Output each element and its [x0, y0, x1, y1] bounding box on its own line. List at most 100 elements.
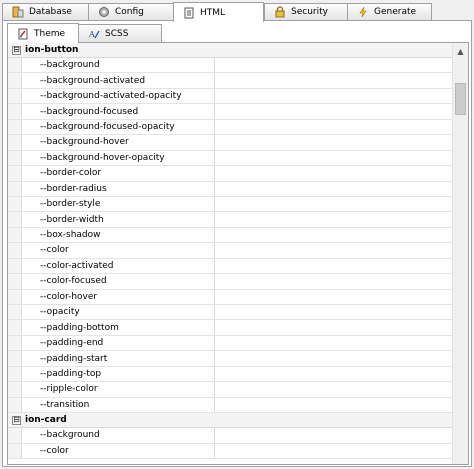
row-gutter	[8, 135, 22, 150]
property-value[interactable]	[215, 444, 453, 458]
property-name: --background-focused	[22, 104, 215, 119]
property-value[interactable]	[215, 182, 453, 196]
tab-theme[interactable]: Theme	[7, 23, 79, 43]
property-row[interactable]: --box-shadow	[8, 227, 453, 244]
tab-theme-label: Theme	[34, 28, 66, 39]
group-header[interactable]: ⊟ ion-button	[8, 43, 453, 58]
property-row[interactable]: --padding-start	[8, 351, 453, 367]
collapse-icon[interactable]: ⊟	[12, 45, 21, 55]
row-gutter	[8, 366, 22, 382]
property-value[interactable]	[215, 212, 453, 226]
tab-security[interactable]: Security	[264, 3, 349, 20]
tab-scss[interactable]: A SCSS	[78, 24, 162, 42]
property-row[interactable]: --ripple-color	[8, 382, 453, 398]
collapse-icon[interactable]: ⊟	[12, 415, 21, 425]
tab-generate[interactable]: Generate	[347, 3, 432, 20]
property-row[interactable]: --border-style	[8, 196, 453, 213]
property-value[interactable]	[215, 305, 453, 319]
property-value[interactable]	[215, 398, 453, 412]
property-grid-body: ⊟ ion-button --background --background-acti…	[8, 43, 453, 459]
tab-html[interactable]: HTML	[173, 2, 264, 22]
group-header[interactable]: ⊟ ion-card	[8, 413, 453, 429]
property-row[interactable]: --color-focused	[8, 274, 453, 290]
row-gutter	[8, 243, 22, 258]
scss-icon: A	[87, 27, 100, 40]
property-row[interactable]: --padding-top	[8, 366, 453, 383]
property-value[interactable]	[215, 228, 453, 242]
property-name: --background-focused-opacity	[22, 119, 215, 135]
property-row[interactable]: --opacity	[8, 305, 453, 321]
property-value[interactable]	[215, 290, 453, 304]
tab-generate-label: Generate	[374, 7, 417, 17]
property-name: --background	[22, 428, 215, 443]
property-name: --background-hover	[22, 135, 215, 150]
scrollbar-thumb[interactable]	[455, 83, 466, 115]
property-value[interactable]	[215, 73, 453, 87]
property-row[interactable]: --border-color	[8, 166, 453, 182]
property-row[interactable]: --background-hover-opacity	[8, 150, 453, 167]
property-row[interactable]: --background-focused-opacity	[8, 119, 453, 136]
property-name: --border-color	[22, 166, 215, 181]
sub-tab-strip: Theme A SCSS	[7, 23, 467, 43]
property-row[interactable]: --border-width	[8, 212, 453, 228]
property-name: --padding-start	[22, 351, 215, 366]
property-value[interactable]	[215, 135, 453, 149]
row-gutter	[8, 289, 22, 304]
tab-scss-label: SCSS	[105, 28, 129, 39]
property-value[interactable]	[215, 89, 453, 103]
property-row[interactable]: --color	[8, 443, 453, 459]
row-gutter	[8, 428, 22, 443]
property-row[interactable]: --padding-end	[8, 335, 453, 352]
property-name: --padding-end	[22, 335, 215, 351]
property-value[interactable]	[215, 351, 453, 365]
property-name: --border-width	[22, 212, 215, 227]
property-value[interactable]	[215, 382, 453, 396]
property-value[interactable]	[215, 367, 453, 381]
property-value[interactable]	[215, 320, 453, 334]
lock-icon	[273, 6, 286, 19]
row-gutter	[8, 104, 22, 119]
property-name: --background-activated	[22, 73, 215, 88]
property-row[interactable]: --color-activated	[8, 258, 453, 275]
property-row[interactable]: --background	[8, 58, 453, 74]
property-value[interactable]	[215, 151, 453, 165]
property-name: --background	[22, 58, 215, 73]
property-value[interactable]	[215, 243, 453, 257]
property-row[interactable]: --background-activated	[8, 73, 453, 89]
property-value[interactable]	[215, 104, 453, 118]
property-row[interactable]: --background-focused	[8, 104, 453, 120]
property-name: --background-activated-opacity	[22, 88, 215, 104]
property-row[interactable]: --padding-bottom	[8, 320, 453, 336]
tab-security-label: Security	[291, 7, 328, 17]
row-gutter	[8, 119, 22, 135]
property-value[interactable]	[215, 58, 453, 72]
theme-icon	[16, 27, 29, 40]
property-value[interactable]	[215, 259, 453, 273]
property-grid: ⊟ ion-button --background --background-acti…	[7, 42, 469, 465]
property-row[interactable]: --color-hover	[8, 289, 453, 305]
property-row[interactable]: --background	[8, 428, 453, 444]
property-name: --border-style	[22, 196, 215, 212]
tab-config[interactable]: Config	[88, 3, 175, 20]
property-value[interactable]	[215, 120, 453, 134]
row-gutter	[8, 227, 22, 243]
property-value[interactable]	[215, 166, 453, 180]
row-gutter	[8, 212, 22, 227]
scroll-up-icon[interactable]: ▲	[453, 43, 468, 59]
property-value[interactable]	[215, 274, 453, 288]
vertical-scrollbar[interactable]: ▲	[452, 43, 468, 464]
property-name: --color-activated	[22, 258, 215, 274]
property-value[interactable]	[215, 197, 453, 211]
property-row[interactable]: --background-hover	[8, 135, 453, 151]
property-value[interactable]	[215, 428, 453, 442]
property-row[interactable]: --background-activated-opacity	[8, 88, 453, 105]
property-row[interactable]: --border-radius	[8, 181, 453, 197]
html-panel: Theme A SCSS ⊟ ion-button --background --ba…	[2, 20, 472, 467]
property-value[interactable]	[215, 336, 453, 350]
tab-config-label: Config	[115, 7, 144, 17]
property-name: --color	[22, 443, 215, 458]
property-row[interactable]: --color	[8, 243, 453, 259]
property-row[interactable]: --transition	[8, 397, 453, 414]
tab-database[interactable]: Database	[2, 3, 90, 20]
html-document-icon	[182, 6, 195, 19]
